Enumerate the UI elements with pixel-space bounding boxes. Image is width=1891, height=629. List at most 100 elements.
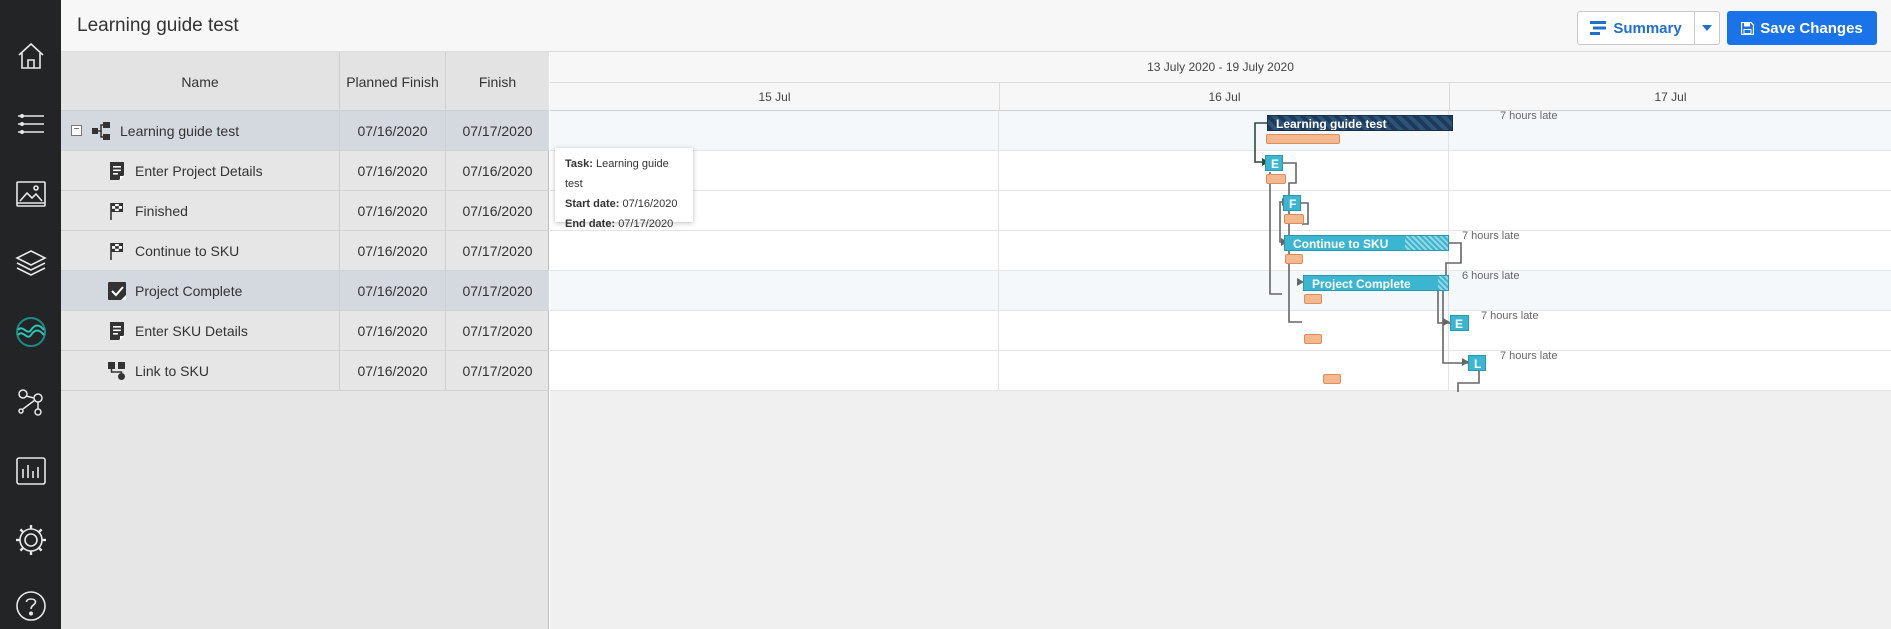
planned-finish-cell: 07/16/2020 <box>340 351 446 391</box>
save-icon <box>1741 21 1755 35</box>
tooltip-task-label: Task: <box>565 158 593 170</box>
gantt-bar-task[interactable]: E <box>1265 155 1283 171</box>
task-tooltip: Task: Learning guide test Start date: 07… <box>555 148 693 230</box>
column-header-finish[interactable]: Finish <box>446 52 549 111</box>
finish-cell: 07/16/2020 <box>462 203 533 219</box>
list-icon[interactable] <box>0 104 61 144</box>
timeline-body <box>550 111 1891 391</box>
app-root: Learning guide test Summary Save Changes… <box>0 0 1891 629</box>
tooltip-start-line: Start date: 07/16/2020 <box>565 194 683 214</box>
network-icon[interactable] <box>0 382 61 422</box>
gantt-timeline: 13 July 2020 - 19 July 2020 15 Jul 16 Ju… <box>550 52 1891 629</box>
form-icon <box>110 162 124 180</box>
day-gridline <box>1448 111 1449 391</box>
name-cell: Project Complete <box>61 271 340 311</box>
column-header-name[interactable]: Name <box>61 52 340 111</box>
name-cell: Enter SKU Details <box>61 311 340 351</box>
finish-cell: 07/17/2020 <box>462 123 533 139</box>
table-row[interactable]: Project Complete 07/16/2020 07/17/2020 <box>61 271 549 311</box>
late-label: 7 hours late <box>1481 310 1539 322</box>
baseline-bar <box>1266 134 1340 144</box>
task-name: Enter Project Details <box>135 163 263 179</box>
timeline-row <box>550 351 1891 391</box>
gantt-bar-task[interactable]: E <box>1450 315 1469 331</box>
checkbox-icon <box>108 282 126 300</box>
home-icon[interactable] <box>0 36 61 76</box>
name-cell: Enter Project Details <box>61 151 340 191</box>
gantt-bar-task[interactable]: Continue to SKU <box>1284 235 1449 251</box>
save-changes-label: Save Changes <box>1760 19 1863 37</box>
table-row[interactable]: Link to SKU 07/16/2020 07/17/2020 <box>61 351 549 391</box>
project-tree-icon <box>92 122 110 140</box>
gantt-bar-task[interactable]: Project Complete <box>1303 275 1449 291</box>
baseline-bar <box>1266 174 1286 184</box>
tooltip-end-label: End date: <box>565 218 616 230</box>
summary-dropdown-button[interactable] <box>1694 11 1720 45</box>
sidebar <box>0 0 61 629</box>
link-icon <box>108 362 125 380</box>
form-icon <box>110 322 124 340</box>
baseline-bar <box>1285 254 1303 264</box>
baseline-bar <box>1304 334 1322 344</box>
header: Learning guide test Summary Save Changes <box>61 0 1891 52</box>
timeline-row <box>550 191 1891 231</box>
finish-cell: 07/17/2020 <box>462 283 533 299</box>
task-name: Learning guide test <box>120 123 240 139</box>
image-icon[interactable] <box>0 174 61 214</box>
tooltip-end-line: End date: 07/17/2020 <box>565 214 683 234</box>
grid-header: Name Planned Finish Finish <box>61 52 549 111</box>
planned-finish-cell: 07/16/2020 <box>340 311 446 351</box>
gantt-bar-summary[interactable]: Learning guide test <box>1267 115 1453 131</box>
name-cell: Continue to SKU <box>61 231 340 271</box>
timeline-range: 13 July 2020 - 19 July 2020 <box>550 52 1891 83</box>
baseline-bar <box>1323 374 1341 384</box>
chart-icon[interactable] <box>0 451 61 491</box>
late-label: 7 hours late <box>1462 230 1520 242</box>
gantt-bar-task[interactable]: F <box>1283 195 1301 211</box>
bar-hatch <box>1438 276 1448 290</box>
planned-finish-cell: 07/16/2020 <box>340 151 446 191</box>
timeline-day-header: 17 Jul <box>1450 83 1891 111</box>
timeline-row <box>550 311 1891 351</box>
finish-cell: 07/17/2020 <box>462 323 533 339</box>
finish-cell: 07/16/2020 <box>462 163 533 179</box>
task-name: Enter SKU Details <box>135 323 248 339</box>
late-label: 7 hours late <box>1500 350 1558 362</box>
table-row[interactable]: Enter Project Details 07/16/2020 07/16/2… <box>61 151 549 191</box>
timeline-day-header: 16 Jul <box>1000 83 1450 111</box>
timeline-row <box>550 231 1891 271</box>
gantt-bar-task[interactable]: L <box>1468 355 1486 371</box>
table-row[interactable]: Continue to SKU 07/16/2020 07/17/2020 <box>61 231 549 271</box>
bar-label: Continue to SKU <box>1293 237 1389 251</box>
wave-logo-icon[interactable] <box>0 312 61 352</box>
task-name: Link to SKU <box>135 363 209 379</box>
finish-cell: 07/17/2020 <box>462 363 533 379</box>
gear-icon[interactable] <box>0 520 61 560</box>
planned-finish-cell: 07/16/2020 <box>340 231 446 271</box>
table-row[interactable]: Finished 07/16/2020 07/16/2020 <box>61 191 549 231</box>
bar-label: Project Complete <box>1312 277 1411 291</box>
summary-button[interactable]: Summary <box>1577 11 1694 45</box>
save-changes-button[interactable]: Save Changes <box>1727 11 1877 45</box>
column-header-planned-finish[interactable]: Planned Finish <box>340 52 446 111</box>
planned-finish-cell: 07/16/2020 <box>340 191 446 231</box>
table-row[interactable]: − Learning guide test 07/16/2020 07/17/2… <box>61 111 549 151</box>
flag-icon <box>110 243 123 260</box>
planned-finish-cell: 07/16/2020 <box>340 271 446 311</box>
chevron-down-icon <box>1702 25 1712 31</box>
layers-icon[interactable] <box>0 243 61 283</box>
collapse-toggle[interactable]: − <box>71 125 82 136</box>
flag-icon <box>110 203 123 220</box>
summary-icon <box>1590 21 1607 35</box>
baseline-bar <box>1284 214 1304 224</box>
table-row[interactable]: Enter SKU Details 07/16/2020 07/17/2020 <box>61 311 549 351</box>
page-title: Learning guide test <box>77 15 239 36</box>
baseline-bar <box>1304 294 1322 304</box>
timeline-row <box>550 271 1891 311</box>
bar-hatch <box>1405 236 1448 250</box>
tooltip-start-label: Start date: <box>565 198 620 210</box>
help-icon[interactable] <box>0 586 61 626</box>
finish-cell: 07/17/2020 <box>462 243 533 259</box>
name-cell: Finished <box>61 191 340 231</box>
summary-label: Summary <box>1613 19 1682 37</box>
